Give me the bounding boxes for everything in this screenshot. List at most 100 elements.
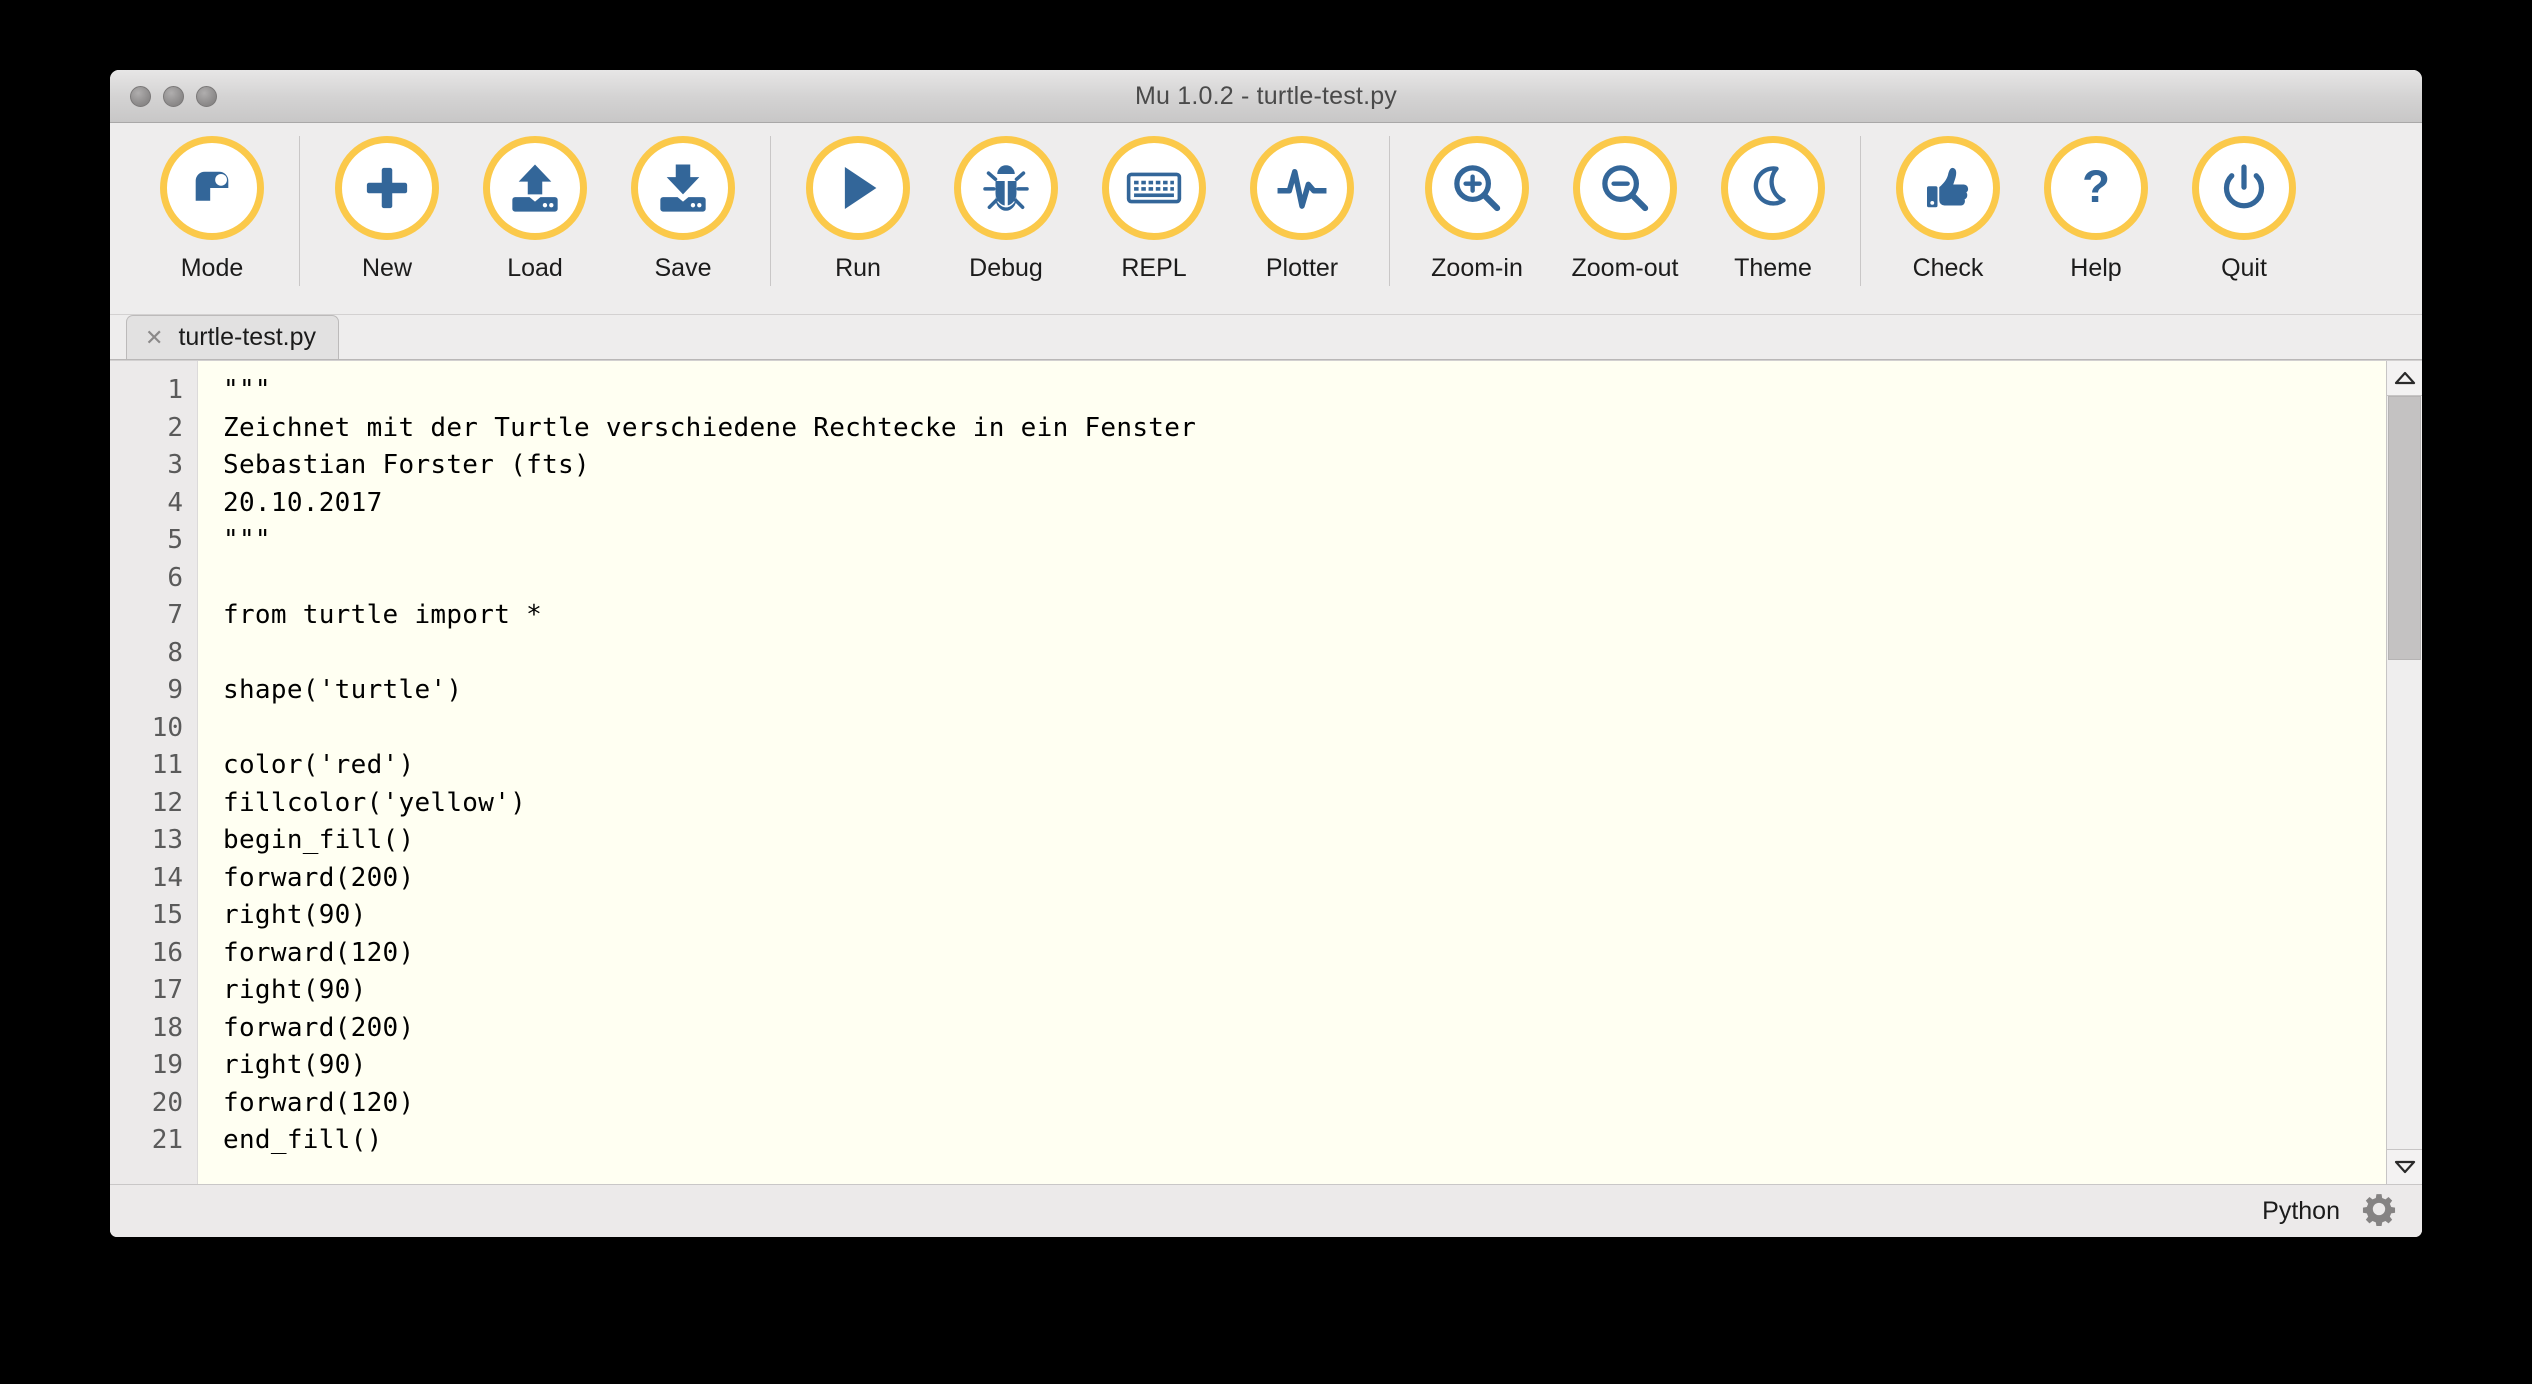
toolbar-button-mode[interactable]: Mode (138, 136, 286, 283)
line-number: 10 (151, 712, 183, 743)
question-mark-icon: ? (2044, 136, 2148, 240)
triangle-up-icon (2394, 371, 2415, 385)
line-number: 16 (151, 937, 183, 968)
toolbar-button-debug[interactable]: Debug (932, 136, 1080, 283)
scroll-track[interactable] (2387, 396, 2422, 1149)
code-line[interactable]: """ (223, 372, 2386, 410)
screen: Mu 1.0.2 - turtle-test.py Mode New Load … (0, 0, 2532, 1384)
mu-editor-window: Mu 1.0.2 - turtle-test.py Mode New Load … (110, 70, 2422, 1237)
moon-icon (1721, 136, 1825, 240)
line-number: 12 (151, 787, 183, 818)
plus-icon (335, 136, 439, 240)
code-line[interactable]: shape('turtle') (223, 672, 2386, 710)
toolbar-label-plotter: Plotter (1265, 254, 1339, 282)
toolbar-button-theme[interactable]: Theme (1699, 136, 1847, 283)
scroll-down-button[interactable] (2387, 1149, 2422, 1184)
line-number: 3 (167, 450, 183, 480)
line-number: 19 (151, 1050, 183, 1080)
toolbar-label-new: New (361, 254, 412, 282)
code-line[interactable]: right(90) (223, 897, 2386, 935)
minimize-window-button[interactable] (163, 85, 184, 107)
status-mode-label[interactable]: Python (2262, 1197, 2340, 1226)
toolbar-label-save: Save (654, 254, 712, 282)
download-icon (631, 136, 735, 240)
editor-vertical-scrollbar[interactable] (2386, 361, 2422, 1184)
code-line[interactable]: Sebastian Forster (fts) (223, 447, 2386, 485)
line-number: 8 (167, 637, 183, 668)
toolbar-button-check[interactable]: Check (1874, 136, 2022, 283)
code-line[interactable]: forward(120) (223, 935, 2386, 973)
line-number: 18 (151, 1012, 183, 1043)
zoom-window-button[interactable] (196, 85, 217, 107)
magnifier-minus-icon (1573, 136, 1677, 240)
gear-icon[interactable] (2362, 1192, 2396, 1231)
bug-icon (954, 136, 1058, 240)
tab-label: turtle-test.py (178, 323, 316, 351)
toolbar-label-repl: REPL (1121, 254, 1187, 282)
line-number: 21 (151, 1125, 183, 1155)
toolbar-button-help[interactable]: ? Help (2022, 136, 2170, 283)
toolbar-label-theme: Theme (1734, 254, 1812, 282)
code-line[interactable]: fillcolor('yellow') (223, 785, 2386, 823)
code-line[interactable]: right(90) (223, 1047, 2386, 1085)
scroll-up-button[interactable] (2387, 361, 2422, 396)
code-line[interactable]: begin_fill() (223, 822, 2386, 860)
window-title: Mu 1.0.2 - turtle-test.py (1134, 81, 1398, 110)
toolbar-separator-1 (299, 136, 300, 286)
toolbar-button-save[interactable]: Save (609, 136, 757, 283)
toolbar-group-file: New Load Save (313, 136, 757, 306)
code-text-area[interactable]: """ Zeichnet mit der Turtle verschiedene … (198, 361, 2386, 1184)
toolbar-separator-2 (770, 136, 771, 286)
code-line[interactable]: right(90) (223, 972, 2386, 1010)
toolbar-button-repl[interactable]: REPL (1080, 136, 1228, 283)
code-line[interactable]: forward(120) (223, 1085, 2386, 1123)
status-bar: Python (110, 1184, 2422, 1237)
line-number: 5 (167, 525, 183, 555)
line-number: 4 (167, 487, 183, 518)
thumbs-up-icon (1896, 136, 2000, 240)
line-number: 6 (167, 562, 183, 593)
keyboard-icon (1102, 136, 1206, 240)
code-line[interactable]: forward(200) (223, 1010, 2386, 1048)
toolbar-label-check: Check (1912, 254, 1984, 282)
toolbar-button-zoom-in[interactable]: Zoom-in (1403, 136, 1551, 283)
toolbar-button-new[interactable]: New (313, 136, 461, 283)
scroll-thumb[interactable] (2388, 396, 2421, 660)
code-line[interactable]: 20.10.2017 (223, 485, 2386, 523)
toolbar-group-run: Run Debug REPL Plotter (784, 136, 1376, 306)
turtle-mode-icon (160, 136, 264, 240)
window-controls (130, 70, 217, 122)
toolbar-label-help: Help (2070, 254, 2122, 282)
code-line[interactable]: Zeichnet mit der Turtle verschiedene Rec… (223, 410, 2386, 448)
toolbar-group-help: Check ? Help Quit (1874, 136, 2318, 306)
window-titlebar: Mu 1.0.2 - turtle-test.py (110, 70, 2422, 123)
code-editor[interactable]: 1 2 3 4 5 6 7 8 9 10 11 12 13 14 15 16 17 18 19 20 21 """ Zei… (110, 360, 2422, 1184)
line-number: 11 (151, 750, 183, 780)
tab-turtle-test-py[interactable]: ✕ turtle-test.py (126, 315, 339, 359)
magnifier-plus-icon (1425, 136, 1529, 240)
close-icon[interactable]: ✕ (145, 326, 163, 349)
toolbar-label-zoom-out: Zoom-out (1571, 254, 1679, 282)
code-line[interactable] (223, 635, 2386, 673)
svg-text:?: ? (2082, 161, 2110, 212)
toolbar-button-zoom-out[interactable]: Zoom-out (1551, 136, 1699, 283)
close-window-button[interactable] (130, 85, 151, 107)
code-line[interactable]: from turtle import * (223, 597, 2386, 635)
line-number: 1 (167, 375, 183, 405)
toolbar-label-zoom-in: Zoom-in (1431, 254, 1523, 282)
toolbar-button-load[interactable]: Load (461, 136, 609, 283)
triangle-down-icon (2394, 1160, 2415, 1174)
line-number: 7 (167, 600, 183, 630)
code-line[interactable]: """ (223, 522, 2386, 560)
code-line[interactable] (223, 710, 2386, 748)
toolbar-button-plotter[interactable]: Plotter (1228, 136, 1376, 283)
code-line[interactable]: end_fill() (223, 1122, 2386, 1160)
line-number: 17 (151, 975, 183, 1005)
toolbar-button-quit[interactable]: Quit (2170, 136, 2318, 283)
code-line[interactable]: color('red') (223, 747, 2386, 785)
toolbar-button-run[interactable]: Run (784, 136, 932, 283)
code-line[interactable] (223, 560, 2386, 598)
tab-bar: ✕ turtle-test.py (110, 315, 2422, 360)
line-number: 15 (151, 900, 183, 930)
code-line[interactable]: forward(200) (223, 860, 2386, 898)
